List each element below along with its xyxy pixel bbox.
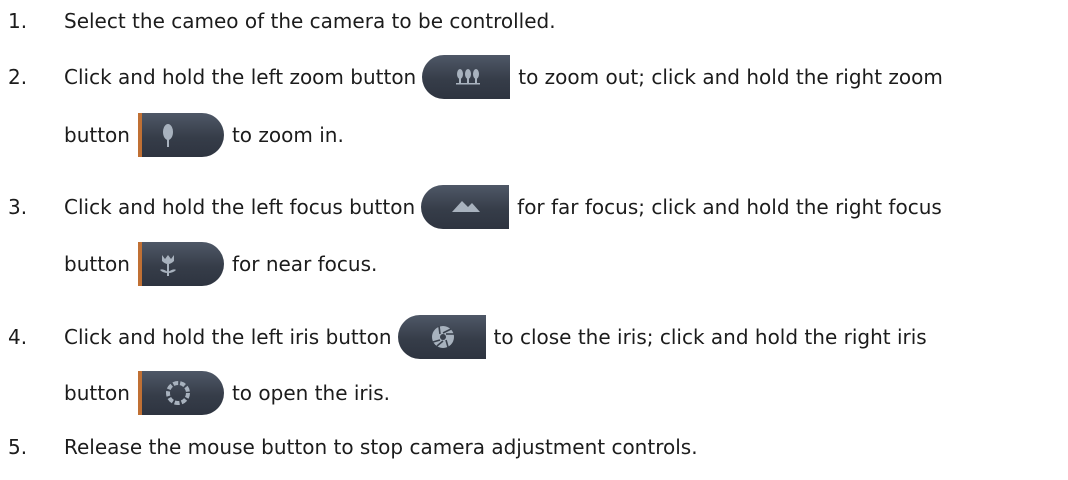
zoom-in-button[interactable] [137, 113, 224, 157]
step-text: to close the iris; click and hold the ri… [493, 325, 927, 349]
far-focus-button[interactable] [421, 185, 510, 229]
step-text: Release the mouse button to stop camera … [64, 435, 698, 459]
zoom-in-tree-icon [162, 124, 173, 147]
near-focus-flower-icon [159, 255, 176, 276]
step-text: Click and hold the left focus button [64, 195, 416, 219]
zoom-out-trees-icon [456, 69, 481, 85]
step-number: 5. [8, 435, 28, 459]
step-number: 1. [8, 9, 28, 33]
step-number: 2. [8, 65, 28, 89]
step-text: Click and hold the left zoom button [64, 65, 417, 89]
step-text: button [64, 123, 130, 147]
step-text: to zoom out; click and hold the right zo… [518, 65, 943, 89]
near-focus-button[interactable] [137, 242, 224, 286]
step-text: to zoom in. [231, 123, 344, 147]
far-focus-mountain-icon [452, 201, 481, 212]
step-text: Select the cameo of the camera to be con… [64, 9, 556, 33]
step-text: to open the iris. [231, 381, 390, 405]
step-number: 3. [8, 195, 28, 219]
iris-close-button[interactable] [397, 315, 486, 359]
iris-open-button[interactable] [137, 371, 224, 415]
iris-open-icon [165, 381, 190, 405]
step-text: button [64, 252, 130, 276]
step-text: for near focus. [231, 252, 378, 276]
zoom-out-button[interactable] [422, 55, 511, 99]
step-text: for far focus; click and hold the right … [517, 195, 942, 219]
step-text: Click and hold the left iris button [64, 325, 392, 349]
step-text: button [64, 381, 130, 405]
step-number: 4. [8, 325, 28, 349]
iris-close-icon [431, 325, 454, 348]
